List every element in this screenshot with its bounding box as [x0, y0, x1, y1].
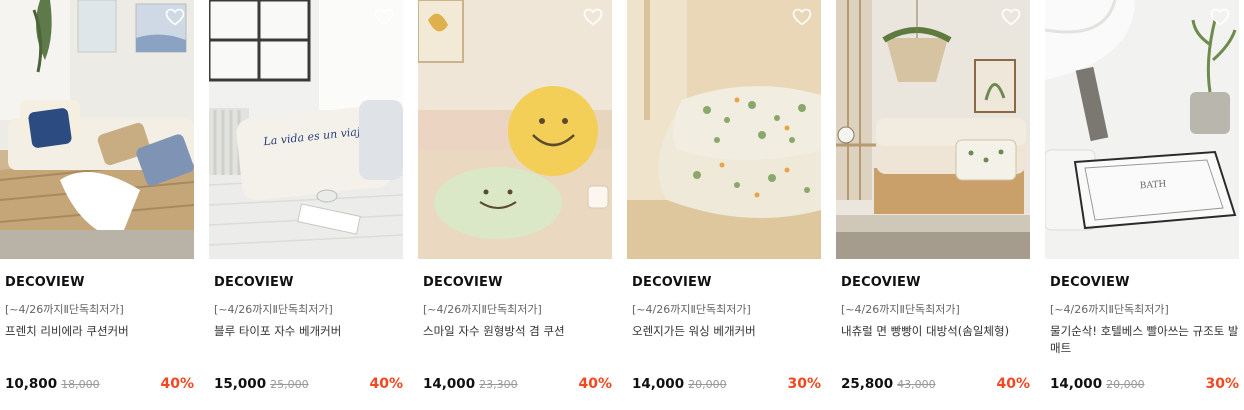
- product-name[interactable]: 프렌치 리비에라 쿠션커버: [5, 323, 195, 340]
- price-group: 10,800 18,000: [5, 376, 100, 392]
- brand-name: DECOVIEW: [841, 275, 921, 290]
- original-price: 20,000: [688, 378, 727, 391]
- heart-outline-icon[interactable]: [1210, 8, 1230, 26]
- price-group: 15,000 25,000: [214, 376, 309, 392]
- sale-price: 14,000: [1050, 376, 1103, 392]
- promo-label: [~4/26까지Ⅱ단독최저가]: [423, 303, 542, 316]
- heart-outline-icon[interactable]: [583, 8, 603, 26]
- heart-outline-icon[interactable]: [1001, 8, 1021, 26]
- product-name[interactable]: 오렌지가든 워싱 베개커버: [632, 323, 822, 340]
- product-name[interactable]: 물기순삭! 호텔베스 빨아쓰는 규조토 발매트: [1050, 323, 1240, 357]
- discount-rate: 40%: [578, 376, 612, 392]
- product-image[interactable]: BATH: [1045, 0, 1239, 259]
- discount-rate: 30%: [1205, 376, 1239, 392]
- brand-name: DECOVIEW: [5, 275, 85, 290]
- promo-label: [~4/26까지Ⅱ단독최저가]: [841, 303, 960, 316]
- sale-price: 14,000: [632, 376, 685, 392]
- sale-price: 15,000: [214, 376, 267, 392]
- sale-price: 10,800: [5, 376, 58, 392]
- product-card[interactable]: DECOVIEW [~4/26까지Ⅱ단독최저가] 스마일 자수 원형방석 겸 쿠…: [418, 0, 612, 410]
- original-price: 43,000: [897, 378, 936, 391]
- product-card[interactable]: La vida es un viaje DECOVIEW [~4/26까지Ⅱ단독…: [209, 0, 403, 410]
- promo-label: [~4/26까지Ⅱ단독최저가]: [214, 303, 333, 316]
- original-price: 18,000: [61, 378, 100, 391]
- brand-name: DECOVIEW: [423, 275, 503, 290]
- product-image[interactable]: La vida es un viaje: [209, 0, 403, 259]
- promo-label: [~4/26까지Ⅱ단독최저가]: [632, 303, 751, 316]
- product-name[interactable]: 스마일 자수 원형방석 겸 쿠션: [423, 323, 613, 340]
- product-name[interactable]: 블루 타이포 자수 베개커버: [214, 323, 404, 340]
- heart-outline-icon[interactable]: [165, 8, 185, 26]
- product-card[interactable]: DECOVIEW [~4/26까지Ⅱ단독최저가] 오렌지가든 워싱 베개커버 1…: [627, 0, 821, 410]
- product-card[interactable]: DECOVIEW [~4/26까지Ⅱ단독최저가] 내츄럴 면 빵빵이 대방석(솜…: [836, 0, 1030, 410]
- product-image[interactable]: [836, 0, 1030, 259]
- discount-rate: 30%: [787, 376, 821, 392]
- original-price: 20,000: [1106, 378, 1145, 391]
- brand-name: DECOVIEW: [214, 275, 294, 290]
- brand-name: DECOVIEW: [632, 275, 712, 290]
- sale-price: 25,800: [841, 376, 894, 392]
- original-price: 25,000: [270, 378, 309, 391]
- price-group: 25,800 43,000: [841, 376, 936, 392]
- product-card[interactable]: DECOVIEW [~4/26까지Ⅱ단독최저가] 프렌치 리비에라 쿠션커버 1…: [0, 0, 194, 410]
- product-card[interactable]: BATH DECOVIEW [~4/26까지Ⅱ단독최저가] 물기순삭! 호텔베스…: [1045, 0, 1239, 410]
- discount-rate: 40%: [996, 376, 1030, 392]
- discount-rate: 40%: [160, 376, 194, 392]
- product-image[interactable]: [627, 0, 821, 259]
- product-image[interactable]: [0, 0, 194, 259]
- price-group: 14,000 20,000: [1050, 376, 1145, 392]
- promo-label: [~4/26까지Ⅱ단독최저가]: [1050, 303, 1169, 316]
- svg-text:BATH: BATH: [1140, 180, 1167, 192]
- discount-rate: 40%: [369, 376, 403, 392]
- price-group: 14,000 23,300: [423, 376, 518, 392]
- original-price: 23,300: [479, 378, 518, 391]
- brand-name: DECOVIEW: [1050, 275, 1130, 290]
- product-name[interactable]: 내츄럴 면 빵빵이 대방석(솜일체형): [841, 323, 1031, 340]
- promo-label: [~4/26까지Ⅱ단독최저가]: [5, 303, 124, 316]
- heart-outline-icon[interactable]: [792, 8, 812, 26]
- heart-outline-icon[interactable]: [374, 8, 394, 26]
- product-image[interactable]: [418, 0, 612, 259]
- price-group: 14,000 20,000: [632, 376, 727, 392]
- sale-price: 14,000: [423, 376, 476, 392]
- product-grid: DECOVIEW [~4/26까지Ⅱ단독최저가] 프렌치 리비에라 쿠션커버 1…: [0, 0, 1244, 410]
